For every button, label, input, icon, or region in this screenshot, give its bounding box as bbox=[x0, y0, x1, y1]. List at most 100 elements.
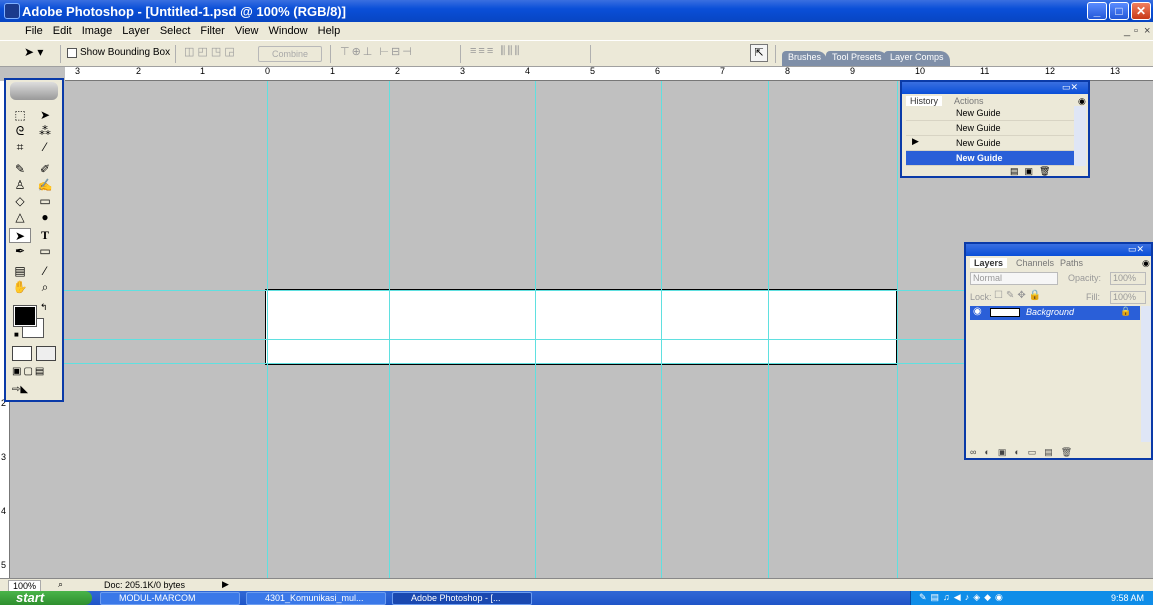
layers-scrollbar[interactable] bbox=[1141, 306, 1151, 442]
menu-select[interactable]: Select bbox=[155, 25, 196, 37]
feather-logo[interactable] bbox=[10, 82, 58, 100]
menu-window[interactable]: Window bbox=[264, 25, 313, 37]
vertical-guide[interactable] bbox=[661, 81, 662, 578]
minimize-button[interactable]: _ bbox=[1087, 2, 1107, 20]
standard-mode-icon[interactable] bbox=[12, 346, 32, 361]
opacity-input[interactable]: 100% bbox=[1110, 272, 1146, 285]
default-colors-icon[interactable]: ■ bbox=[14, 330, 19, 339]
eraser-tool-icon[interactable]: ◇ bbox=[9, 194, 31, 209]
type-tool-icon[interactable]: T bbox=[34, 228, 56, 243]
close-button[interactable]: ✕ bbox=[1131, 2, 1151, 20]
zoom-icon[interactable]: ⌕ bbox=[58, 579, 63, 590]
path-area-icons[interactable]: ◫ ◰ ◳ ◲ bbox=[184, 45, 235, 58]
lock-icons[interactable]: ☐✎✥🔒 bbox=[994, 290, 1044, 301]
task-button-word[interactable]: 4301_Komunikasi_mul... bbox=[246, 592, 386, 605]
swap-colors-icon[interactable]: ↰ bbox=[40, 302, 48, 313]
history-brush-source-icon[interactable]: ▶ bbox=[912, 136, 919, 147]
history-item-selected[interactable]: New Guide bbox=[906, 151, 1074, 166]
tab-layers[interactable]: Layers bbox=[970, 258, 1008, 268]
well-tab-layer-comps[interactable]: Layer Comps bbox=[884, 51, 950, 66]
panel-minimize-icon[interactable]: ▭✕ bbox=[1062, 82, 1078, 93]
document-canvas[interactable] bbox=[265, 289, 897, 365]
menu-filter[interactable]: Filter bbox=[195, 25, 229, 37]
blend-mode-select[interactable]: Normal bbox=[970, 272, 1058, 285]
well-tab-brushes[interactable]: Brushes bbox=[782, 51, 828, 66]
history-item[interactable]: New Guide bbox=[906, 106, 1074, 121]
ruler-label: 0 bbox=[265, 66, 271, 76]
tab-channels[interactable]: Channels bbox=[1016, 258, 1054, 268]
slice-tool-icon[interactable]: ⁄ bbox=[34, 140, 56, 155]
notes-tool-icon[interactable]: ▤ bbox=[9, 264, 31, 279]
fill-input[interactable]: 100% bbox=[1110, 291, 1146, 304]
hand-tool-icon[interactable]: ✋ bbox=[9, 280, 31, 295]
doc-close-icon[interactable]: × bbox=[1144, 25, 1150, 37]
quick-mask-icon[interactable] bbox=[36, 346, 56, 361]
photoshop-app-icon[interactable] bbox=[4, 3, 20, 19]
well-tab-tool-presets[interactable]: Tool Presets bbox=[826, 51, 888, 66]
screen-mode-icons[interactable]: ▣▢▤ bbox=[12, 366, 56, 378]
task-button-folder[interactable]: MODUL-MARCOM bbox=[100, 592, 240, 605]
shape-tool-icon[interactable]: ▭ bbox=[34, 244, 56, 259]
history-panel-titlebar[interactable] bbox=[902, 82, 1088, 94]
path-selection-icon[interactable]: ➤ bbox=[9, 228, 31, 243]
blur-tool-icon[interactable]: △ bbox=[9, 210, 31, 225]
layers-footer-icons[interactable]: ∞◐▣◐▭▤🗑 bbox=[970, 447, 1080, 458]
maximize-button[interactable]: □ bbox=[1109, 2, 1129, 20]
vertical-guide[interactable] bbox=[535, 81, 536, 578]
distribute-icons[interactable]: ≡≡≡ ⫼⫼⫼ bbox=[470, 45, 522, 58]
history-brush-icon[interactable]: ✍ bbox=[34, 178, 56, 193]
horizontal-ruler[interactable] bbox=[65, 67, 1153, 81]
status-menu-arrow-icon[interactable]: ▶ bbox=[222, 579, 229, 590]
history-item[interactable]: New Guide bbox=[906, 136, 1074, 151]
file-browser-icon[interactable]: ⇱ bbox=[750, 44, 768, 62]
doc-minimize-icon[interactable]: _ bbox=[1124, 25, 1130, 37]
history-scrollbar[interactable] bbox=[1074, 106, 1086, 166]
panel-menu-icon[interactable]: ◉ bbox=[1142, 258, 1150, 269]
doc-restore-icon[interactable]: ▫ bbox=[1134, 25, 1138, 37]
menu-view[interactable]: View bbox=[230, 25, 264, 37]
move-tool-icon[interactable]: ➤ bbox=[34, 108, 56, 123]
eyedropper-icon[interactable]: ⁄ bbox=[34, 264, 56, 279]
tab-paths[interactable]: Paths bbox=[1060, 258, 1083, 268]
gradient-tool-icon[interactable]: ▭ bbox=[34, 194, 56, 209]
marquee-tool-icon[interactable]: ⬚ bbox=[9, 108, 31, 123]
tab-actions[interactable]: Actions bbox=[954, 96, 984, 106]
crop-tool-icon[interactable]: ⌗ bbox=[9, 140, 31, 155]
vertical-guide[interactable] bbox=[897, 81, 898, 578]
menu-edit[interactable]: Edit bbox=[48, 25, 77, 37]
menu-help[interactable]: Help bbox=[313, 25, 346, 37]
layers-panel-titlebar[interactable] bbox=[966, 244, 1151, 256]
history-item-label: New Guide bbox=[956, 153, 1003, 163]
move-tool-preset-icon[interactable]: ➤ ▾ bbox=[24, 45, 43, 59]
history-footer-icons[interactable]: ▤▣🗑 bbox=[1010, 166, 1056, 177]
dodge-tool-icon[interactable]: ● bbox=[34, 210, 56, 225]
magic-wand-icon[interactable]: ⁂ bbox=[34, 124, 56, 139]
vertical-guide[interactable] bbox=[267, 81, 268, 578]
pen-tool-icon[interactable]: ✒ bbox=[9, 244, 31, 259]
menu-file[interactable]: File bbox=[20, 25, 48, 37]
brush-tool-icon[interactable]: ✐ bbox=[34, 162, 56, 177]
lasso-tool-icon[interactable]: ᘓ bbox=[9, 124, 31, 139]
menu-image[interactable]: Image bbox=[77, 25, 118, 37]
foreground-color-swatch[interactable] bbox=[13, 305, 37, 327]
visibility-eye-icon[interactable]: ◉ bbox=[973, 306, 982, 317]
combine-button[interactable]: Combine bbox=[258, 46, 322, 62]
menu-layer[interactable]: Layer bbox=[117, 25, 155, 37]
history-item-label: New Guide bbox=[956, 138, 1001, 148]
tab-history[interactable]: History bbox=[906, 96, 943, 106]
tray-icons[interactable]: ✎▤♫◀♪◈◆◉ bbox=[919, 592, 1007, 603]
vertical-guide[interactable] bbox=[768, 81, 769, 578]
healing-brush-icon[interactable]: ✎ bbox=[9, 162, 31, 177]
task-label: 4301_Komunikasi_mul... bbox=[265, 593, 364, 603]
layer-row-background[interactable]: ◉ Background 🔒 bbox=[970, 306, 1140, 320]
align-icons[interactable]: ⊤⊕⊥ ⊢⊟⊣ bbox=[340, 45, 414, 58]
zoom-tool-icon[interactable]: ⌕ bbox=[34, 280, 56, 295]
panel-minimize-icon[interactable]: ▭✕ bbox=[1128, 244, 1144, 255]
bounding-box-checkbox[interactable] bbox=[67, 48, 77, 58]
clone-stamp-icon[interactable]: ♙ bbox=[9, 178, 31, 193]
task-button-photoshop[interactable]: Adobe Photoshop - [... bbox=[392, 592, 532, 605]
history-item[interactable]: New Guide bbox=[906, 121, 1074, 136]
start-button[interactable]: start bbox=[0, 591, 92, 605]
vertical-guide[interactable] bbox=[389, 81, 390, 578]
jump-to-imageready-icon[interactable]: ⇨◣ bbox=[12, 384, 56, 396]
